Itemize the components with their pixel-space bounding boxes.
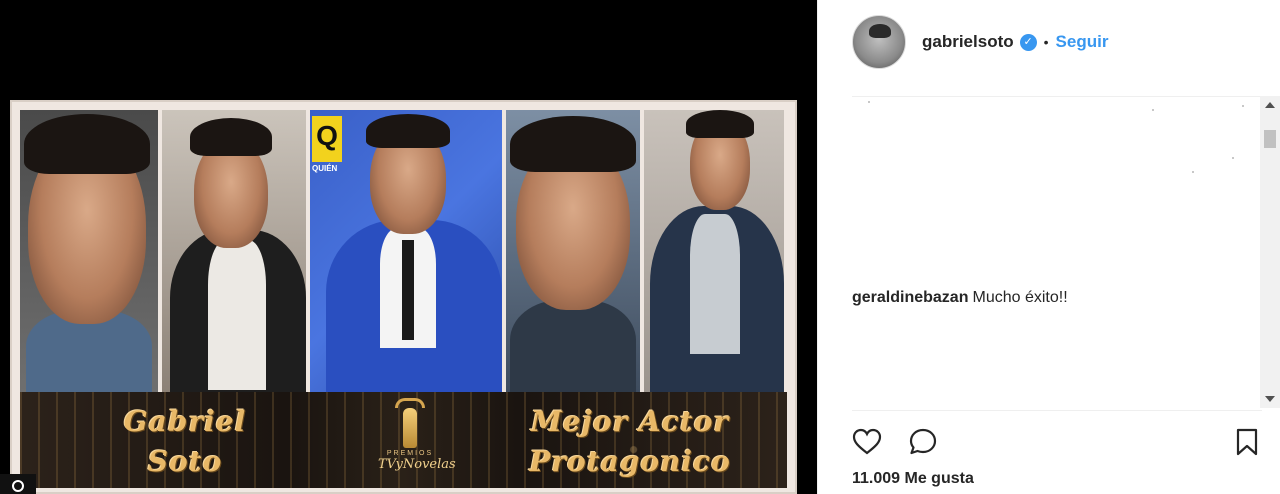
comments-list[interactable]: geraldinebazan Mucho éxito!!: [852, 96, 1262, 408]
faint-dot: [1192, 171, 1194, 173]
award-label: PREMIOS: [386, 450, 434, 457]
post-header: gabrielsoto ✓ • Seguir: [818, 0, 1280, 84]
banner-name-line-1: Gabriel: [123, 405, 247, 438]
media-letterbox: [0, 0, 817, 82]
faint-dot: [868, 101, 870, 103]
banner-category: Mejor Actor Protagonico: [520, 402, 740, 482]
comments-scrollbar[interactable]: [1260, 96, 1280, 408]
trophy-figure: [403, 408, 417, 448]
likes-count[interactable]: 11.009 Me gusta: [852, 470, 974, 488]
scroll-thumb[interactable]: [1264, 130, 1276, 148]
magazine-logo: Q: [312, 116, 342, 162]
award-banner: Gabriel Soto PREMIOS TVyNovelas Mejor Ac…: [20, 392, 787, 488]
photo-1: [20, 110, 158, 392]
comment-username[interactable]: geraldinebazan: [852, 289, 968, 306]
follow-button[interactable]: Seguir: [1056, 32, 1109, 52]
comment-icon[interactable]: [908, 427, 938, 457]
trophy-logo: PREMIOS TVyNovelas: [378, 398, 456, 486]
banner-name: Gabriel Soto: [110, 402, 260, 482]
faint-dot: [1152, 109, 1154, 111]
username[interactable]: gabrielsoto: [922, 32, 1014, 52]
photo-5: [644, 110, 784, 392]
magazine-text: QUIÉN: [312, 164, 338, 173]
photo-2: [162, 110, 306, 392]
trophy-icon: [395, 398, 425, 408]
photo-4: [506, 110, 640, 392]
banner-name-line-2: Soto: [147, 445, 223, 478]
action-bar: [852, 410, 1262, 470]
award-name: TVyNovelas: [378, 457, 456, 472]
bookmark-icon[interactable]: [1232, 427, 1262, 457]
scroll-up-arrow-icon[interactable]: [1265, 102, 1275, 108]
comment-item: geraldinebazan Mucho éxito!!: [852, 289, 1068, 307]
comment-text: Mucho éxito!!: [972, 289, 1068, 306]
banner-category-line-1: Mejor Actor: [530, 405, 730, 438]
banner-category-line-2: Protagonico: [529, 445, 731, 478]
tag-user-icon[interactable]: [0, 474, 36, 494]
faint-dot: [1242, 105, 1244, 107]
post-media[interactable]: Q QUIÉN Gabriel Soto PREMIOS TVyNovelas …: [0, 0, 817, 494]
collage-image: Q QUIÉN Gabriel Soto PREMIOS TVyNovelas …: [10, 100, 797, 494]
verified-badge-icon: ✓: [1019, 33, 1037, 51]
photo-3: Q QUIÉN: [310, 110, 502, 392]
avatar[interactable]: [852, 15, 906, 69]
photo-strip: Q QUIÉN: [20, 110, 787, 392]
scroll-down-arrow-icon[interactable]: [1265, 396, 1275, 402]
post-sidebar: gabrielsoto ✓ • Seguir geraldinebazan Muc…: [817, 0, 1280, 494]
instagram-post: Q QUIÉN Gabriel Soto PREMIOS TVyNovelas …: [0, 0, 1280, 494]
separator: •: [1043, 34, 1049, 50]
heart-icon[interactable]: [852, 427, 882, 457]
faint-dot: [1232, 157, 1234, 159]
